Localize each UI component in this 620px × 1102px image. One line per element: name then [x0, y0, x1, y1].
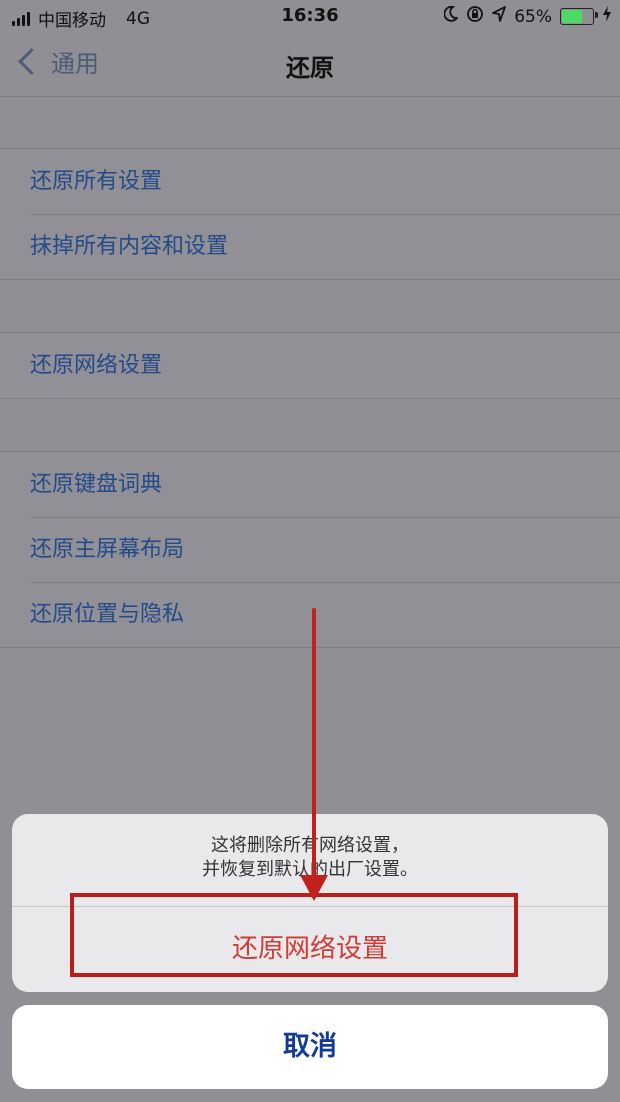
reset-keyboard-dictionary-item[interactable]: 还原键盘词典 — [0, 452, 620, 517]
reset-home-screen-layout-item[interactable]: 还原主屏幕布局 — [0, 517, 620, 582]
reset-all-settings-item[interactable]: 还原所有设置 — [0, 149, 620, 214]
reset-group-2: 还原网络设置 — [0, 332, 620, 399]
cancel-button[interactable]: 取消 — [12, 1005, 608, 1089]
reset-network-settings-item[interactable]: 还原网络设置 — [0, 333, 620, 398]
charging-bolt-icon — [602, 6, 612, 27]
reset-group-3: 还原键盘词典 还原主屏幕布局 还原位置与隐私 — [0, 451, 620, 648]
message-line-1: 这将删除所有网络设置， — [211, 835, 409, 856]
annotation-highlight-box — [70, 893, 518, 977]
location-arrow-icon — [492, 6, 507, 27]
reset-location-privacy-item[interactable]: 还原位置与隐私 — [0, 582, 620, 647]
status-right: 65% — [443, 5, 612, 28]
reset-group-1: 还原所有设置 抹掉所有内容和设置 — [0, 148, 620, 280]
annotation-arrow-shaft — [312, 608, 316, 888]
status-bar: 中国移动 4G 16:36 65% — [0, 0, 620, 32]
navigation-bar: 通用 还原 — [0, 32, 620, 97]
erase-all-content-item[interactable]: 抹掉所有内容和设置 — [0, 214, 620, 279]
battery-icon — [560, 8, 598, 25]
annotation-arrow-down-icon — [300, 875, 328, 901]
page-title: 还原 — [286, 54, 334, 82]
battery-level-fill — [562, 10, 582, 23]
rotation-lock-icon — [466, 5, 484, 28]
moon-icon — [443, 5, 460, 27]
battery-percent: 65% — [514, 6, 552, 27]
